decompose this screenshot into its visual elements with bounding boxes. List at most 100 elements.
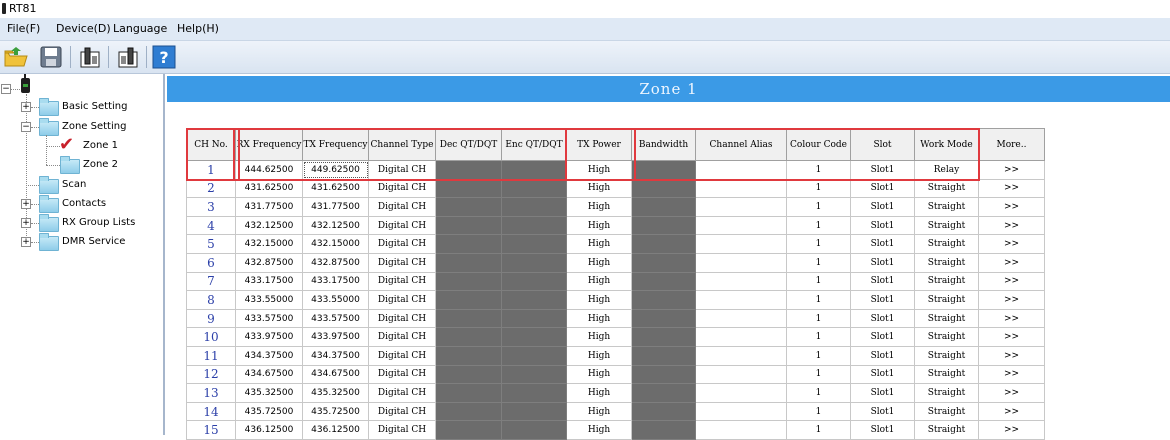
bandwidth-cell[interactable] [631, 234, 696, 254]
more-button-cell[interactable]: >> [978, 197, 1045, 217]
bandwidth-cell[interactable] [631, 271, 696, 292]
dec-qt-dqt-cell[interactable] [435, 401, 502, 422]
more-button-cell[interactable]: >> [978, 234, 1045, 254]
channel-number-cell[interactable]: 3 [186, 197, 236, 217]
tx-power-cell[interactable]: High [566, 383, 632, 403]
write-radio-icon[interactable] [115, 44, 141, 70]
channel-type-cell[interactable]: Digital CH [368, 383, 436, 403]
tx-power-cell[interactable]: High [566, 197, 632, 217]
table-row[interactable]: 15 436.12500 436.12500 Digital CH High 1 Slot1… [186, 420, 1045, 440]
col-header-channel-type[interactable]: Channel Type [368, 128, 436, 161]
table-row[interactable]: 6 432.87500 432.87500 Digital CH High 1 Slot1 S… [186, 252, 1045, 273]
table-row[interactable]: 10 433.97500 433.97500 Digital CH High 1 Slot1… [186, 327, 1045, 347]
colour-code-cell[interactable]: 1 [786, 197, 851, 217]
channel-alias-cell[interactable] [695, 178, 787, 199]
channel-number-cell[interactable]: 15 [186, 420, 236, 440]
bandwidth-cell[interactable] [631, 290, 696, 310]
table-row[interactable]: 13 435.32500 435.32500 Digital CH High 1 Slot1… [186, 383, 1045, 403]
tx-frequency-cell[interactable]: 433.55000 [302, 290, 369, 310]
more-button-cell[interactable]: >> [978, 160, 1045, 180]
channel-type-cell[interactable]: Digital CH [368, 160, 436, 180]
slot-cell[interactable]: Slot1 [850, 178, 915, 199]
dec-qt-dqt-cell[interactable] [435, 197, 502, 217]
col-header-enc-qt-dqt[interactable]: Enc QT/DQT [501, 128, 567, 161]
channel-number-cell[interactable]: 14 [186, 401, 236, 422]
channel-type-cell[interactable]: Digital CH [368, 252, 436, 273]
tree-item-zone-2[interactable]: Zone 2 [83, 159, 118, 170]
tx-frequency-cell[interactable]: 435.72500 [302, 401, 369, 422]
tree-item-zone-setting[interactable]: Zone Setting [62, 121, 126, 132]
rx-frequency-cell[interactable]: 431.77500 [235, 197, 303, 217]
tx-frequency-cell[interactable]: 436.12500 [302, 420, 369, 440]
menu-device[interactable]: Device(D) [56, 22, 111, 35]
channel-type-cell[interactable]: Digital CH [368, 215, 436, 236]
work-mode-cell[interactable]: Straight [914, 178, 979, 199]
slot-cell[interactable]: Slot1 [850, 383, 915, 403]
dec-qt-dqt-cell[interactable] [435, 383, 502, 403]
work-mode-cell[interactable]: Straight [914, 290, 979, 310]
more-button-cell[interactable]: >> [978, 178, 1045, 199]
channel-type-cell[interactable]: Digital CH [368, 364, 436, 385]
colour-code-cell[interactable]: 1 [786, 215, 851, 236]
channel-alias-cell[interactable] [695, 345, 787, 366]
tx-power-cell[interactable]: High [566, 401, 632, 422]
rx-frequency-cell[interactable]: 435.32500 [235, 383, 303, 403]
channel-alias-cell[interactable] [695, 197, 787, 217]
bandwidth-cell[interactable] [631, 197, 696, 217]
enc-qt-dqt-cell[interactable] [501, 383, 567, 403]
channel-alias-cell[interactable] [695, 234, 787, 254]
channel-type-cell[interactable]: Digital CH [368, 308, 436, 329]
slot-cell[interactable]: Slot1 [850, 271, 915, 292]
table-row[interactable]: 14 435.72500 435.72500 Digital CH High 1 Slot1… [186, 401, 1045, 422]
table-row[interactable]: 4 432.12500 432.12500 Digital CH High 1 Slot1 S… [186, 215, 1045, 236]
collapse-root-icon[interactable]: − [1, 84, 11, 94]
rx-frequency-cell[interactable]: 434.37500 [235, 345, 303, 366]
slot-cell[interactable]: Slot1 [850, 401, 915, 422]
colour-code-cell[interactable]: 1 [786, 327, 851, 347]
tx-power-cell[interactable]: High [566, 252, 632, 273]
bandwidth-cell[interactable] [631, 308, 696, 329]
slot-cell[interactable]: Slot1 [850, 420, 915, 440]
enc-qt-dqt-cell[interactable] [501, 160, 567, 180]
slot-cell[interactable]: Slot1 [850, 345, 915, 366]
menu-file[interactable]: File(F) [7, 22, 40, 35]
table-row[interactable]: 12 434.67500 434.67500 Digital CH High 1 Slot1… [186, 364, 1045, 385]
channel-alias-cell[interactable] [695, 327, 787, 347]
colour-code-cell[interactable]: 1 [786, 420, 851, 440]
channel-alias-cell[interactable] [695, 290, 787, 310]
slot-cell[interactable]: Slot1 [850, 197, 915, 217]
col-header-dec-qt-dqt[interactable]: Dec QT/DQT [435, 128, 502, 161]
slot-cell[interactable]: Slot1 [850, 252, 915, 273]
channel-number-cell[interactable]: 4 [186, 215, 236, 236]
bandwidth-cell[interactable] [631, 327, 696, 347]
col-header-rx-frequency[interactable]: RX Frequency [235, 128, 303, 161]
col-header-colour-code[interactable]: Colour Code [786, 128, 851, 161]
channel-alias-cell[interactable] [695, 364, 787, 385]
rx-frequency-cell[interactable]: 434.67500 [235, 364, 303, 385]
expand-contacts-icon[interactable]: + [21, 199, 31, 209]
table-row[interactable]: 7 433.17500 433.17500 Digital CH High 1 Slot1 S… [186, 271, 1045, 292]
menu-help[interactable]: Help(H) [177, 22, 219, 35]
bandwidth-cell[interactable] [631, 420, 696, 440]
tx-power-cell[interactable]: High [566, 160, 632, 180]
tx-frequency-cell[interactable]: 433.97500 [302, 327, 369, 347]
col-header-channel-alias[interactable]: Channel Alias [695, 128, 787, 161]
colour-code-cell[interactable]: 1 [786, 160, 851, 180]
tx-power-cell[interactable]: High [566, 420, 632, 440]
rx-frequency-cell[interactable]: 435.72500 [235, 401, 303, 422]
enc-qt-dqt-cell[interactable] [501, 178, 567, 199]
bandwidth-cell[interactable] [631, 401, 696, 422]
tx-power-cell[interactable]: High [566, 327, 632, 347]
rx-frequency-cell[interactable]: 431.62500 [235, 178, 303, 199]
dec-qt-dqt-cell[interactable] [435, 290, 502, 310]
expand-basic-setting-icon[interactable]: + [21, 102, 31, 112]
enc-qt-dqt-cell[interactable] [501, 197, 567, 217]
slot-cell[interactable]: Slot1 [850, 234, 915, 254]
channel-number-cell[interactable]: 13 [186, 383, 236, 403]
tx-frequency-cell[interactable]: 432.87500 [302, 252, 369, 273]
channel-type-cell[interactable]: Digital CH [368, 290, 436, 310]
work-mode-cell[interactable]: Straight [914, 308, 979, 329]
table-row[interactable]: 9 433.57500 433.57500 Digital CH High 1 Slot1 S… [186, 308, 1045, 329]
more-button-cell[interactable]: >> [978, 401, 1045, 422]
enc-qt-dqt-cell[interactable] [501, 252, 567, 273]
